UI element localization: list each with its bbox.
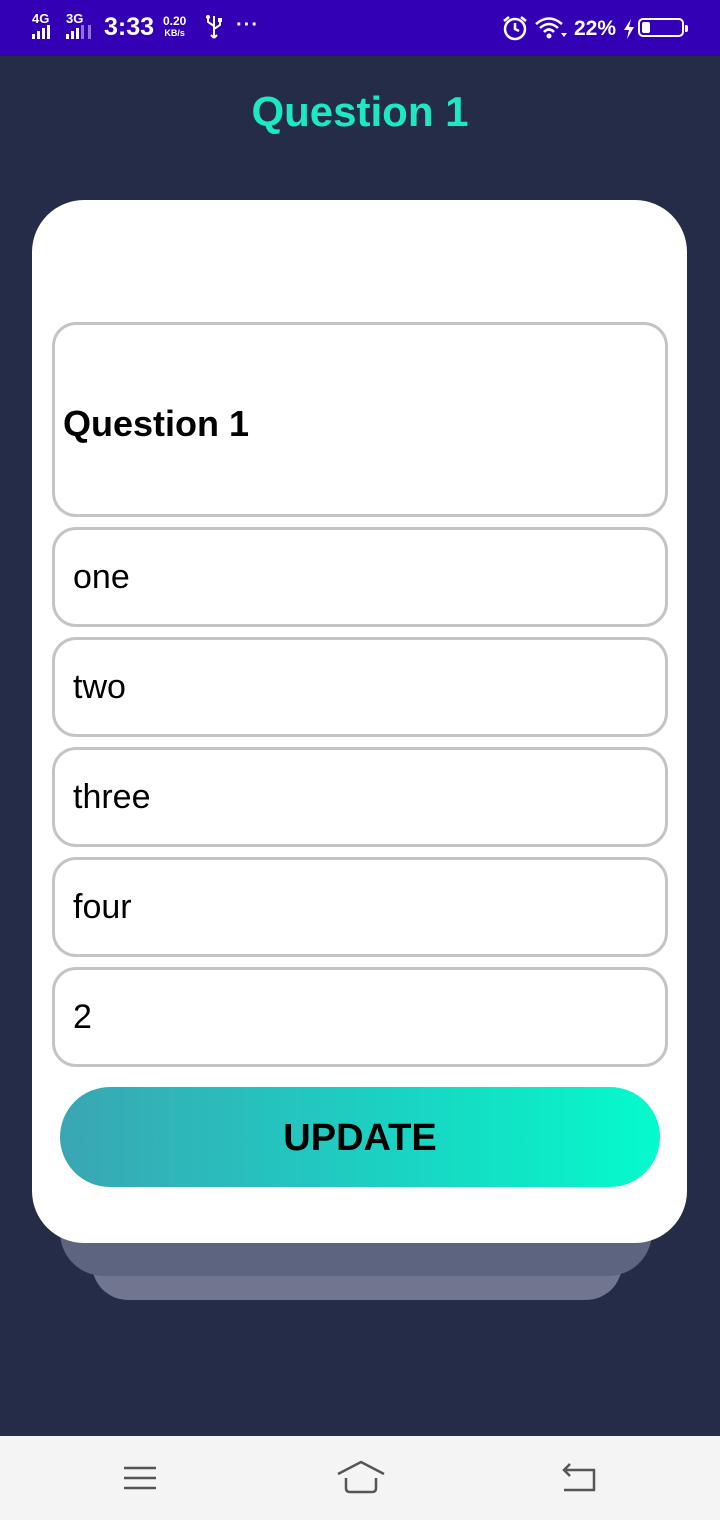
network-4g-label: 4G (32, 11, 50, 26)
speed-value: 0.20 (163, 14, 187, 28)
network-3g-label: 3G (66, 11, 84, 26)
wifi-icon (535, 17, 567, 39)
signal-icon (66, 25, 91, 39)
answer-field[interactable]: 2 (52, 967, 668, 1067)
update-button-label: UPDATE (283, 1117, 437, 1159)
navigation-bar (0, 1436, 720, 1520)
battery-tip (685, 25, 688, 32)
alarm-icon (503, 16, 527, 41)
back-icon[interactable] (558, 1458, 598, 1498)
battery-percent: 22% (574, 17, 617, 40)
charging-icon (624, 19, 634, 39)
status-bar: 4G 3G 3:33 0.20 KB/s ··· 22% (0, 0, 720, 56)
option-1-value: one (73, 558, 130, 596)
update-button[interactable]: UPDATE (60, 1087, 660, 1187)
question-card: Question 1 one two three four 2 UPDATE (32, 200, 687, 1243)
option-1-field[interactable]: one (52, 527, 668, 627)
speed-unit: KB/s (164, 28, 185, 38)
option-3-value: three (73, 778, 151, 816)
signal-icon (32, 25, 50, 39)
menu-icon[interactable] (120, 1458, 160, 1498)
page-title: Question 1 (251, 88, 469, 135)
signal-4g: 4G (32, 12, 56, 39)
more-notifications: ··· (236, 14, 259, 36)
answer-value: 2 (73, 998, 92, 1036)
option-2-field[interactable]: two (52, 637, 668, 737)
network-speed: 0.20 KB/s (163, 15, 186, 39)
battery-icon (638, 18, 688, 37)
option-4-field[interactable]: four (52, 857, 668, 957)
option-2-value: two (73, 668, 126, 706)
option-3-field[interactable]: three (52, 747, 668, 847)
question-text: Question 1 (63, 403, 250, 444)
signal-3g: 3G (66, 12, 94, 39)
question-field[interactable]: Question 1 (52, 322, 668, 517)
battery-fill (642, 22, 650, 33)
option-4-value: four (73, 888, 132, 926)
usb-icon (206, 15, 222, 39)
clock: 3:33 (104, 13, 155, 41)
home-icon[interactable] (336, 1458, 386, 1498)
